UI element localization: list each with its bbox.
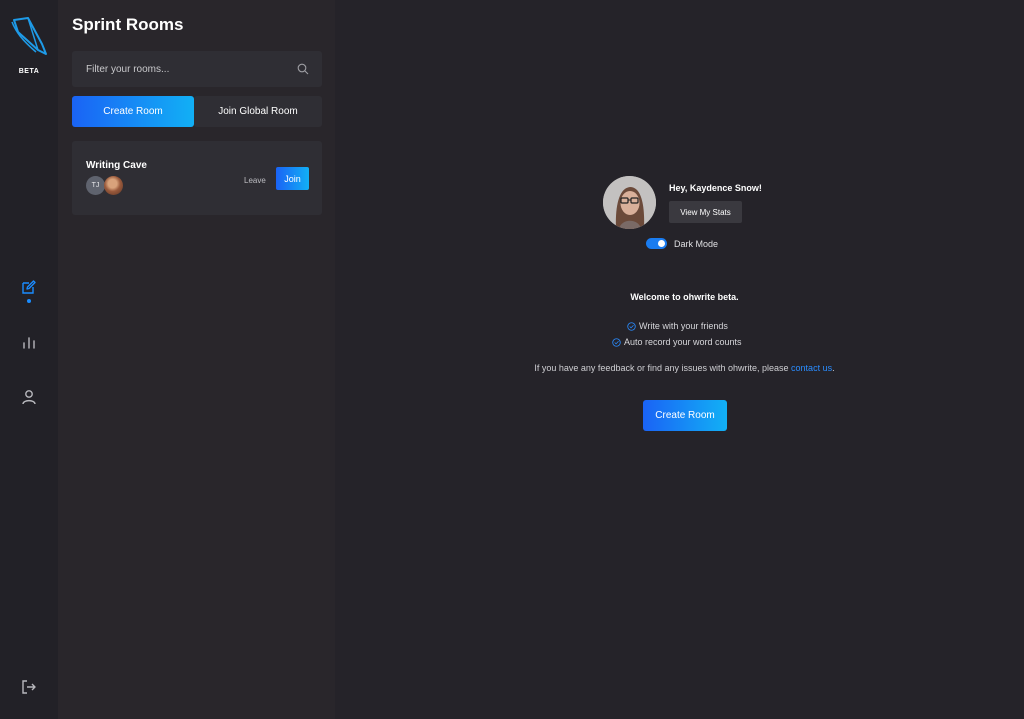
member-avatar-photo bbox=[104, 176, 123, 195]
profile-avatar[interactable] bbox=[603, 176, 656, 229]
feature-item: Auto record your word counts bbox=[612, 337, 742, 347]
feature-item: Write with your friends bbox=[627, 321, 728, 331]
stats-icon[interactable] bbox=[19, 332, 39, 352]
dark-mode-toggle[interactable] bbox=[646, 238, 667, 249]
beta-badge: BETA bbox=[18, 68, 40, 75]
feedback-suffix: . bbox=[832, 363, 835, 373]
contact-us-link[interactable]: contact us bbox=[791, 363, 832, 373]
pen-nib-logo-icon[interactable] bbox=[8, 14, 50, 64]
join-global-room-button[interactable]: Join Global Room bbox=[194, 96, 322, 127]
member-avatar: TJ bbox=[86, 176, 105, 195]
main-content: Hey, Kaydence Snow! View My Stats Dark M… bbox=[335, 0, 1024, 719]
filter-rooms-input[interactable] bbox=[72, 51, 296, 87]
filter-box bbox=[72, 51, 322, 87]
feedback-text: If you have any feedback or find any iss… bbox=[335, 363, 1024, 373]
leave-room-button[interactable]: Leave bbox=[244, 176, 266, 185]
feature-text: Auto record your word counts bbox=[624, 337, 742, 347]
edit-icon[interactable] bbox=[19, 277, 39, 297]
view-stats-button[interactable]: View My Stats bbox=[669, 201, 742, 223]
feature-text: Write with your friends bbox=[639, 321, 728, 331]
active-indicator bbox=[27, 299, 31, 303]
greeting-text: Hey, Kaydence Snow! bbox=[669, 183, 762, 193]
welcome-heading: Welcome to ohwrite beta. bbox=[630, 292, 739, 302]
create-room-main-button[interactable]: Create Room bbox=[643, 400, 727, 431]
page-title: Sprint Rooms bbox=[72, 15, 184, 34]
logout-icon[interactable] bbox=[19, 677, 39, 697]
feedback-prefix: If you have any feedback or find any iss… bbox=[534, 363, 792, 373]
room-name: Writing Cave bbox=[86, 160, 147, 171]
create-room-button[interactable]: Create Room bbox=[72, 96, 194, 127]
join-room-button[interactable]: Join bbox=[276, 167, 309, 190]
check-circle-icon bbox=[612, 337, 621, 347]
dark-mode-label: Dark Mode bbox=[674, 239, 719, 249]
nav-rail: BETA bbox=[0, 0, 58, 719]
search-icon[interactable] bbox=[297, 63, 309, 75]
room-card[interactable]: Writing Cave TJ Leave Join bbox=[72, 141, 322, 215]
profile-icon[interactable] bbox=[19, 387, 39, 407]
check-circle-icon bbox=[627, 321, 636, 331]
rooms-panel: Sprint Rooms Create Room Join Global Roo… bbox=[58, 0, 335, 719]
